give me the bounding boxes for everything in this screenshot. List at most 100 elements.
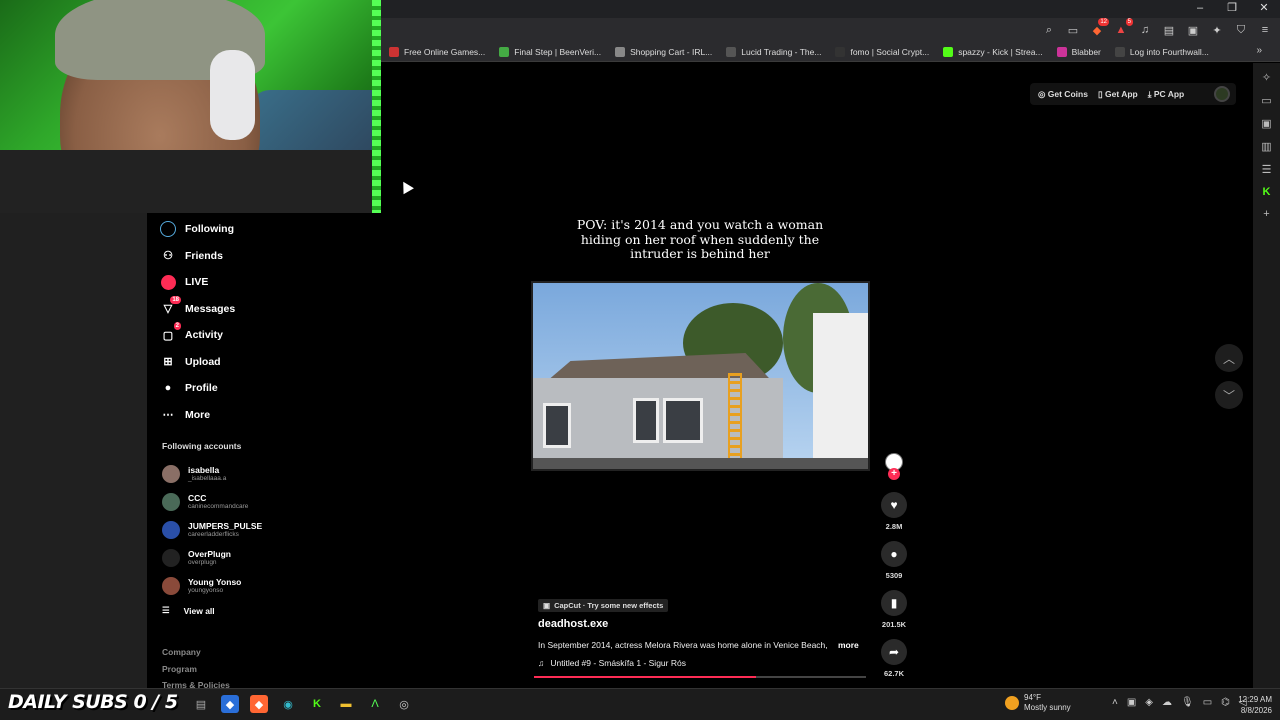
bookmark-icon: ▮: [890, 596, 898, 610]
leo-icon[interactable]: ✧: [1262, 71, 1271, 84]
more-icon: ⋯: [162, 409, 174, 422]
bookmark-item[interactable]: fomo | Social Crypt...: [835, 46, 929, 57]
sidebar-item-messages[interactable]: ▽ 18 Messages: [160, 295, 290, 323]
zoom-icon[interactable]: ⌕: [1040, 21, 1058, 39]
cast-icon[interactable]: ▭: [1064, 21, 1082, 39]
music-icon[interactable]: ♫: [1136, 21, 1154, 39]
edge-icon[interactable]: ◉: [279, 695, 297, 713]
author-name[interactable]: deadhost.exe: [538, 618, 608, 630]
tray-app-icon[interactable]: ▣: [1127, 697, 1136, 708]
sidebar-item-following[interactable]: Following: [160, 216, 290, 243]
account-handle: overplugn: [188, 559, 217, 566]
wallet-icon[interactable]: ▣: [1184, 21, 1202, 39]
bookmark-item[interactable]: spazzy - Kick | Strea...: [943, 46, 1043, 57]
cloud-icon[interactable]: ☁: [1162, 697, 1172, 708]
description-more-button[interactable]: more: [838, 640, 859, 650]
pc-app-button[interactable]: ⤓ PC App: [1148, 89, 1185, 100]
capcut-icon: ▣: [543, 601, 551, 610]
kick-icon[interactable]: K: [308, 695, 326, 713]
sidebar-item-upload[interactable]: ⊞ Upload: [160, 349, 290, 376]
previous-video-button[interactable]: ︿: [1215, 344, 1243, 372]
webcam-headset: [210, 50, 255, 140]
share-button[interactable]: ➦: [881, 639, 907, 665]
sidebar-item-activity[interactable]: ▢ 2 Activity: [160, 322, 290, 349]
music-info[interactable]: ♫ Untitled #9 - Smáskífa 1 - Sigur Rós: [538, 658, 686, 668]
minimize-icon[interactable]: –: [1184, 0, 1216, 18]
weather-widget[interactable]: 94°F Mostly sunny: [1005, 693, 1071, 713]
comment-button[interactable]: ●: [881, 541, 907, 567]
sidebar-item-friends[interactable]: ⚇ Friends: [160, 243, 290, 270]
bookmark-favicon-icon: [1056, 46, 1067, 57]
brave-icon[interactable]: ◆: [250, 695, 268, 713]
bookmark-label: spazzy - Kick | Strea...: [958, 46, 1043, 57]
reading-list-icon[interactable]: ☰: [1262, 163, 1272, 176]
network-icon[interactable]: ⌬: [1221, 697, 1230, 708]
profile-avatar[interactable]: [1214, 86, 1230, 102]
bookmark-item[interactable]: Log into Fourthwall...: [1114, 46, 1209, 57]
add-panel-icon[interactable]: +: [1263, 208, 1269, 220]
bookmark-item[interactable]: Lucid Trading - The...: [726, 46, 821, 57]
microphone-icon[interactable]: 🎙: [1181, 697, 1194, 708]
bookmark-label: Blabber: [1071, 46, 1101, 57]
video-player[interactable]: [531, 281, 870, 471]
following-account-item[interactable]: isabella _isabellaaa.a: [162, 460, 302, 488]
browser-titlebar: – ❐ ✕: [381, 0, 1280, 18]
webcam-shirt: [0, 150, 381, 213]
footer-link[interactable]: Company: [162, 644, 230, 661]
browser-toolbar: ⌕ ▭ ◆ 12 ▲ 5 ♫ ▤ ▣ ✦ ⛉ ≡: [381, 18, 1280, 42]
top-actions-bar: ◎ Get Coins ▯ Get App ⤓ PC App: [1030, 83, 1236, 105]
next-video-button[interactable]: ﹀: [1215, 381, 1243, 409]
effect-tag[interactable]: ▣ CapCut · Try some new effects: [538, 599, 669, 612]
brave-shield-icon[interactable]: ◆ 12: [1088, 18, 1109, 39]
video-progress-bar[interactable]: [534, 676, 866, 678]
wallet-icon[interactable]: ▣: [1261, 117, 1271, 130]
bookmark-item[interactable]: Free Online Games...: [389, 46, 486, 57]
restore-icon[interactable]: ❐: [1216, 0, 1248, 18]
video-caption: POV: it's 2014 and you watch a woman hid…: [576, 217, 824, 261]
like-count: 2.8M: [885, 522, 903, 531]
following-account-item[interactable]: OverPlugn overplugn: [162, 544, 302, 572]
display-icon[interactable]: ▭: [1203, 697, 1212, 708]
sidebar-toggle-icon[interactable]: ▤: [1160, 21, 1178, 39]
following-account-item[interactable]: Young Yonso youngyonso: [162, 572, 302, 600]
sidebar-item-profile[interactable]: ● Profile: [160, 375, 290, 402]
following-account-item[interactable]: CCC caninecommandcare: [162, 488, 302, 516]
bookmark-item[interactable]: Final Step | BeenVeri...: [499, 46, 601, 57]
bookmark-label: Shopping Cart - IRL...: [630, 46, 713, 57]
menu-icon[interactable]: ≡: [1256, 21, 1274, 39]
like-button[interactable]: ♥: [881, 492, 907, 518]
obs-icon[interactable]: ◎: [395, 695, 413, 713]
app-icon[interactable]: ◆: [221, 695, 239, 713]
kick-icon[interactable]: K: [1263, 186, 1271, 198]
file-explorer-icon[interactable]: ▤: [192, 695, 210, 713]
chevron-down-icon: ﹀: [1222, 388, 1235, 403]
sidebar-item-live[interactable]: LIVE: [160, 269, 290, 296]
video-actions: + ♥ 2.8M ● 5309 ▮ 201.5K ➦ 62.7K: [878, 453, 910, 678]
footer-link[interactable]: Program: [162, 661, 230, 678]
chevron-up-icon[interactable]: ˄: [1112, 697, 1118, 708]
get-coins-button[interactable]: ◎ Get Coins: [1038, 89, 1088, 100]
bookmarks-overflow-icon[interactable]: »: [1256, 45, 1262, 56]
sidebar-item-label: Friends: [185, 249, 223, 262]
save-button[interactable]: ▮: [881, 590, 907, 616]
tray-app-icon[interactable]: ◈: [1145, 697, 1153, 708]
view-all-button[interactable]: ☰ View all: [162, 605, 215, 616]
messages-icon: ▽ 18: [163, 295, 181, 316]
clock[interactable]: 12:29 AM 8/8/2026: [1232, 694, 1272, 716]
folder-icon[interactable]: ▬: [337, 695, 355, 713]
bookmark-item[interactable]: Shopping Cart - IRL...: [615, 46, 713, 57]
bookmarks-icon[interactable]: ▥: [1261, 140, 1271, 153]
bookmark-item[interactable]: Blabber: [1056, 46, 1101, 57]
media-icon[interactable]: ▭: [1261, 94, 1271, 107]
following-account-item[interactable]: JUMPERS_PULSE careerladderflicks: [162, 516, 302, 544]
bookmark-label: Free Online Games...: [404, 46, 486, 57]
vpn-icon[interactable]: ⛉: [1232, 21, 1250, 39]
daily-subs-overlay: DAILY SUBS 0 / 5: [8, 691, 178, 713]
follow-plus-icon[interactable]: +: [888, 468, 900, 480]
rewards-icon[interactable]: ▲ 5: [1112, 18, 1133, 39]
sidebar-item-more[interactable]: ⋯ More: [160, 402, 290, 429]
close-icon[interactable]: ✕: [1248, 0, 1280, 18]
leo-ai-icon[interactable]: ✦: [1208, 21, 1226, 39]
terminal-icon[interactable]: Λ: [366, 695, 384, 713]
get-app-button[interactable]: ▯ Get App: [1098, 89, 1138, 100]
